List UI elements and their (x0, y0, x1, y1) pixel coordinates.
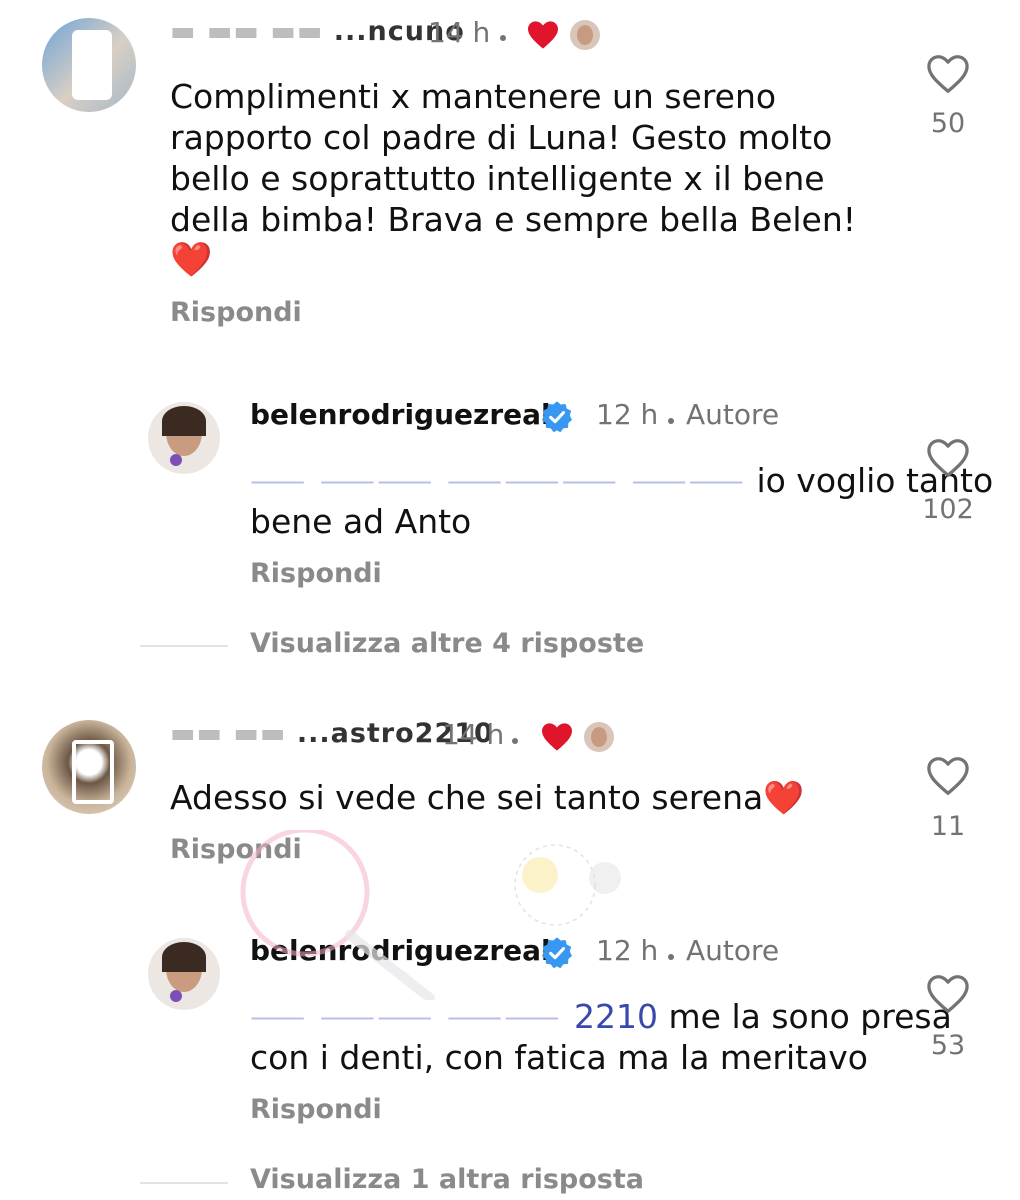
like-count: 102 (922, 494, 974, 525)
comment-text: Complimenti x mantenere un sereno rappor… (170, 77, 856, 280)
author-username[interactable]: belenrodriguezreal (250, 934, 551, 967)
view-more-replies-button[interactable]: Visualizza altre 4 risposte (250, 628, 644, 659)
reply-time: 12 h (596, 934, 659, 967)
commenter-username[interactable]: ▬ ▬▬ ▬▬ ...ncuno (170, 16, 465, 47)
heart-outline-icon[interactable] (926, 438, 970, 478)
like-count: 11 (930, 811, 966, 842)
author-label: Autore (686, 398, 780, 431)
like-count: 50 (930, 108, 966, 139)
reply-button[interactable]: Rispondi (170, 297, 302, 328)
separator-dot (512, 738, 518, 744)
reply-time: 12 h (596, 398, 659, 431)
reply-text: ⸺ ⸺⸺ ⸺⸺ 2210 me la sono presa con i dent… (250, 997, 952, 1077)
creator-avatar-icon (570, 20, 600, 50)
verified-badge-icon (541, 401, 573, 433)
red-heart-icon (528, 21, 558, 49)
author-username[interactable]: belenrodriguezreal (250, 398, 551, 431)
reply-button[interactable]: Rispondi (170, 834, 302, 865)
view-more-replies-button[interactable]: Visualizza 1 altra risposta (250, 1164, 644, 1195)
redacted-mention[interactable]: ⸺ ⸺⸺ ⸺⸺⸺ ⸺⸺ (250, 461, 746, 500)
comment-text: Adesso si vede che sei tanto serena❤️ (170, 778, 805, 817)
comment-time: 14 h (442, 718, 505, 751)
view-more-line (140, 645, 228, 647)
commenter-avatar[interactable] (42, 720, 136, 814)
heart-outline-icon[interactable] (926, 974, 970, 1014)
heart-outline-icon[interactable] (926, 756, 970, 796)
reply-button[interactable]: Rispondi (250, 1094, 382, 1125)
reply-text: ⸺ ⸺⸺ ⸺⸺⸺ ⸺⸺ io voglio tanto bene ad Anto (250, 461, 994, 541)
verified-badge-icon (541, 937, 573, 969)
reply-button[interactable]: Rispondi (250, 558, 382, 589)
commenter-avatar[interactable] (42, 18, 136, 112)
separator-dot (668, 954, 674, 960)
red-heart-icon (542, 723, 572, 751)
author-avatar[interactable] (148, 938, 220, 1010)
view-more-line (140, 1182, 228, 1184)
creator-avatar-icon (584, 722, 614, 752)
heart-outline-icon[interactable] (926, 54, 970, 94)
separator-dot (500, 35, 506, 41)
comment-time: 14 h (428, 16, 491, 49)
like-count: 53 (930, 1030, 966, 1061)
author-label: Autore (686, 934, 780, 967)
author-avatar[interactable] (148, 402, 220, 474)
separator-dot (668, 418, 674, 424)
redacted-mention[interactable]: ⸺ ⸺⸺ ⸺⸺ 2210 (250, 997, 658, 1036)
